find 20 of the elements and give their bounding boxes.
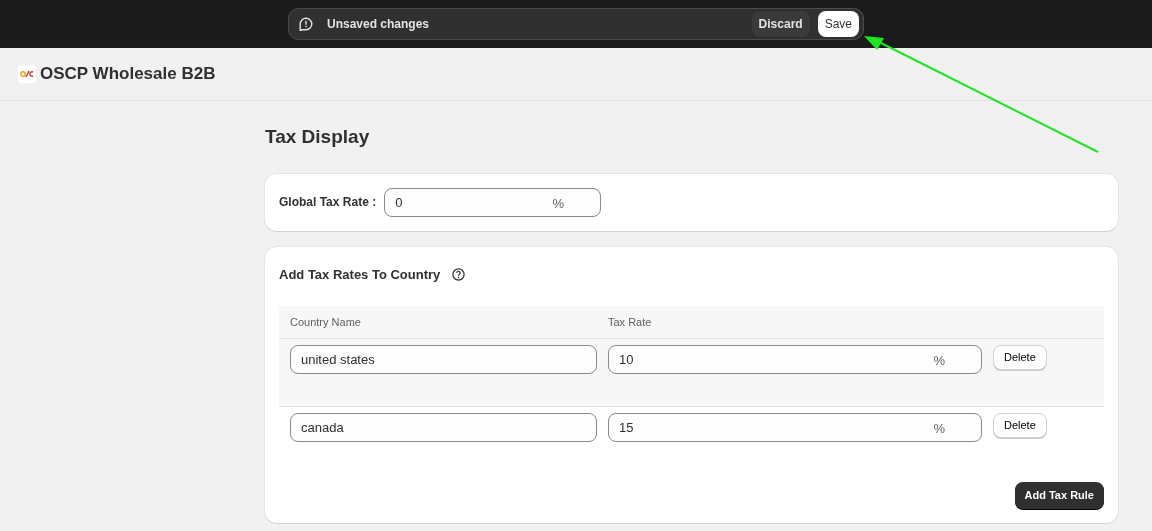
delete-button[interactable]: Delete (993, 413, 1047, 438)
app-title: OSCP Wholesale B2B (40, 63, 216, 86)
add-tax-rule-button[interactable]: Add Tax Rule (1014, 482, 1104, 509)
percent-suffix: % (933, 352, 945, 370)
percent-suffix: % (552, 194, 565, 213)
percent-suffix: % (933, 420, 945, 438)
save-button[interactable]: Save (817, 11, 859, 37)
discard-button[interactable]: Discard (751, 11, 810, 37)
card-title: Add Tax Rates To Country (279, 265, 441, 284)
column-header: Country Name (290, 314, 362, 330)
column-header: Tax Rate (608, 314, 652, 330)
help-icon[interactable] (452, 267, 466, 281)
delete-button[interactable]: Delete (993, 345, 1047, 370)
field-label: Global Tax Rate : (279, 194, 377, 211)
alert-icon (299, 17, 313, 31)
app-logo-icon (18, 65, 36, 83)
country-field[interactable]: united states (290, 345, 597, 374)
status-message: Unsaved changes (327, 16, 430, 33)
page-title: Tax Display (265, 125, 371, 149)
country-field[interactable]: canada (290, 413, 597, 442)
